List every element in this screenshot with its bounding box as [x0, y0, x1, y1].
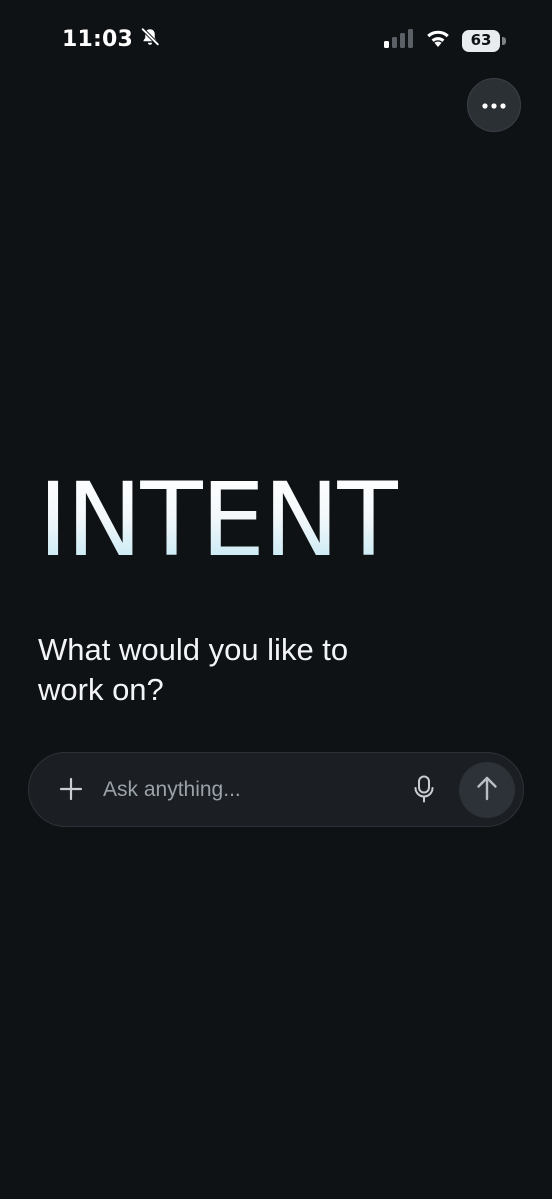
time-group: 11:03 [62, 26, 161, 53]
battery-body: 63 [462, 29, 500, 52]
add-attachment-button[interactable] [51, 771, 91, 811]
prompt-heading: What would you like to work on? [38, 632, 349, 707]
wifi-icon [424, 28, 452, 53]
composer-bar [28, 752, 524, 827]
battery-icon: 63 [462, 29, 506, 52]
ellipsis-icon [482, 96, 506, 114]
battery-level: 63 [470, 31, 492, 49]
cellular-signal-icon [384, 28, 414, 53]
microphone-icon [413, 775, 435, 808]
status-bar: 11:03 63 [0, 0, 552, 80]
arrow-up-icon [475, 775, 499, 806]
send-button[interactable] [459, 762, 515, 818]
plus-icon [59, 777, 83, 806]
status-icons: 63 [384, 28, 506, 53]
battery-cap [502, 36, 506, 45]
app-title: INTENT [38, 461, 400, 580]
ask-input[interactable] [103, 771, 393, 809]
status-time: 11:03 [62, 27, 134, 52]
microphone-button[interactable] [407, 773, 441, 809]
more-options-button[interactable] [467, 78, 521, 132]
bell-slash-icon [139, 26, 161, 53]
